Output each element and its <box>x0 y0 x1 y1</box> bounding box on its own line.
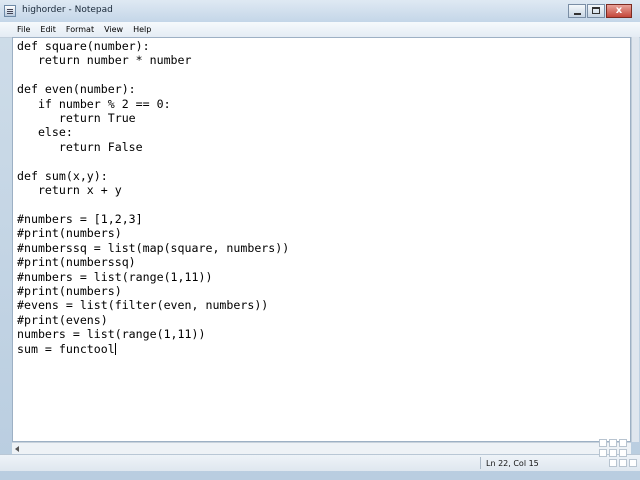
title-bar[interactable]: highorder - Notepad x <box>0 0 640 22</box>
horizontal-scrollbar[interactable] <box>12 442 631 454</box>
vertical-scrollbar[interactable] <box>631 37 639 442</box>
grip-dot <box>599 449 607 457</box>
grip-dot <box>609 459 617 467</box>
minimize-button[interactable] <box>568 4 586 18</box>
menu-edit[interactable]: Edit <box>35 22 61 37</box>
code-line: return number * number <box>17 53 192 68</box>
code-line: #numbers = list(range(1,11)) <box>17 269 213 284</box>
maximize-icon <box>592 7 600 14</box>
maximize-button[interactable] <box>587 4 605 18</box>
code-line: return x + y <box>17 183 122 198</box>
menu-bar: File Edit Format View Help <box>0 22 640 38</box>
code-line: #print(numberssq) <box>17 255 136 270</box>
code-line: def even(number): <box>17 82 136 97</box>
status-bar: Ln 22, Col 15 <box>0 454 640 471</box>
status-divider <box>480 457 481 469</box>
code-line: #print(numbers) <box>17 226 122 241</box>
resize-grip-icon[interactable] <box>597 437 637 473</box>
code-line: def square(number): <box>17 39 150 53</box>
scroll-left-arrow-icon[interactable] <box>15 446 19 452</box>
close-button[interactable]: x <box>606 4 632 18</box>
window-controls: x <box>567 4 632 18</box>
grip-dot <box>609 449 617 457</box>
editor-content: def square(number): return number * numb… <box>17 39 289 356</box>
code-line: sum = functool <box>17 341 115 356</box>
text-caret <box>114 342 116 355</box>
code-line: numbers = list(range(1,11)) <box>17 327 206 342</box>
code-line: #print(numbers) <box>17 283 122 298</box>
close-icon: x <box>615 5 623 16</box>
menu-view[interactable]: View <box>99 22 128 37</box>
code-line: #evens = list(filter(even, numbers)) <box>17 298 269 313</box>
text-editor[interactable]: def square(number): return number * numb… <box>12 37 631 442</box>
code-line: else: <box>17 125 73 140</box>
grip-dot <box>619 449 627 457</box>
grip-dot <box>599 439 607 447</box>
grip-dot <box>619 439 627 447</box>
code-line: if number % 2 == 0: <box>17 96 171 111</box>
code-line: #numbers = [1,2,3] <box>17 211 143 226</box>
code-line: #numberssq = list(map(square, numbers)) <box>17 240 290 255</box>
menu-help[interactable]: Help <box>128 22 156 37</box>
cursor-position: Ln 22, Col 15 <box>486 459 539 468</box>
window-title: highorder - Notepad <box>22 5 113 15</box>
code-line: return False <box>17 139 143 154</box>
notepad-window: highorder - Notepad x File Edit Format V… <box>0 0 640 480</box>
notepad-icon[interactable] <box>4 5 16 17</box>
grip-dot <box>619 459 627 467</box>
menu-format[interactable]: Format <box>61 22 99 37</box>
code-line: return True <box>17 111 136 126</box>
menu-file[interactable]: File <box>0 22 35 37</box>
grip-dot <box>629 459 637 467</box>
minimize-icon <box>574 13 581 15</box>
grip-dot <box>609 439 617 447</box>
code-line: def sum(x,y): <box>17 168 108 183</box>
code-line: #print(evens) <box>17 312 108 327</box>
